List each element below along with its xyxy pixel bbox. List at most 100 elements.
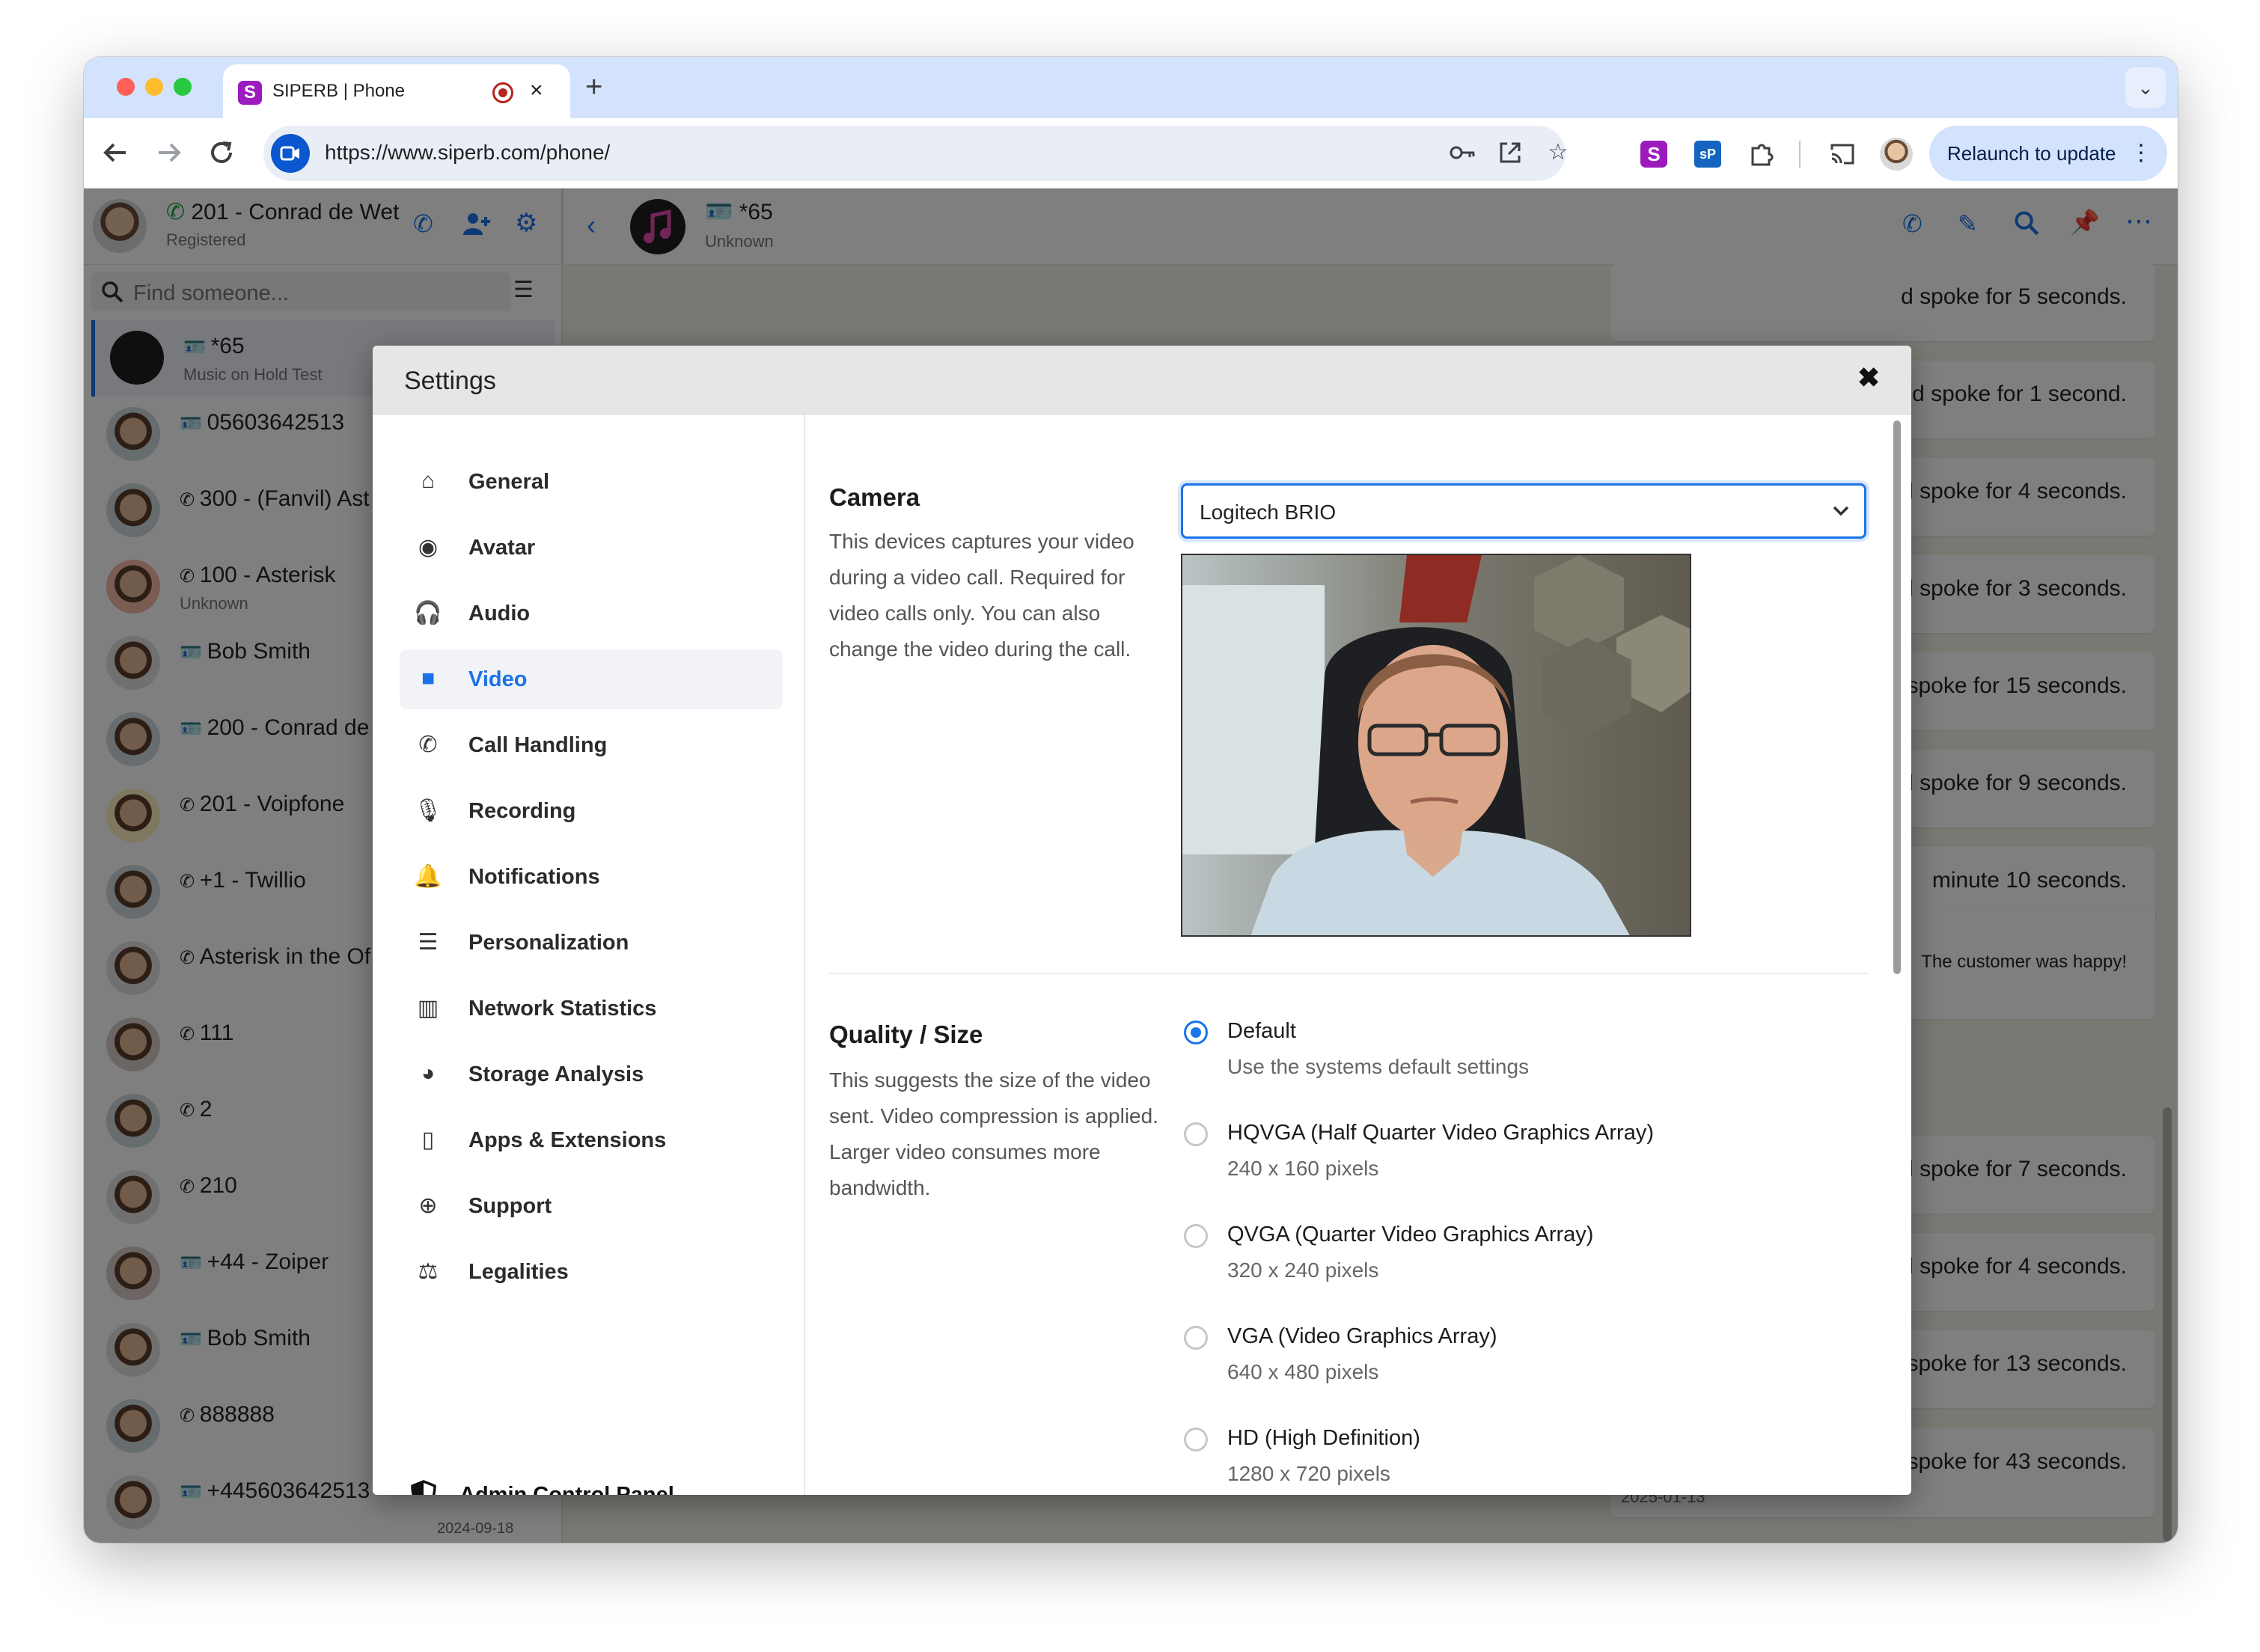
mobile-icon: ▯	[421, 1128, 435, 1152]
menu-item-label: Personalization	[468, 931, 629, 955]
sp-extension-icon[interactable]: sP	[1694, 141, 1721, 168]
quality-radio[interactable]	[1184, 1224, 1208, 1248]
relaunch-to-update-button[interactable]: Relaunch to update ⋮	[1929, 126, 2167, 181]
close-modal-icon[interactable]: ✖	[1857, 362, 1880, 394]
quality-option-detail: Use the systems default settings	[1227, 1055, 1530, 1078]
settings-modal: Settings ✖ ⌂ General ◉ Avatar 🎧 Audio ■ Video ✆ C…	[373, 346, 1911, 1495]
browser-tab[interactable]: S SIPERB | Phone ×	[223, 64, 570, 118]
menu-item-recording[interactable]: 🎙 Recording	[400, 781, 783, 841]
camera-preview-video	[1181, 554, 1691, 937]
menu-item-storage-analysis[interactable]: ◕ Storage Analysis	[400, 1044, 783, 1104]
admin-label: Admin Control Panel	[459, 1483, 674, 1495]
close-tab-icon[interactable]: ×	[530, 78, 543, 103]
bar-chart-icon: ▥	[417, 996, 439, 1021]
camera-select-value: Logitech BRIO	[1200, 501, 1337, 524]
recording-indicator-icon	[492, 82, 513, 103]
menu-item-label: Video	[468, 667, 528, 691]
tab-search-chevron-icon[interactable]: ⌄	[2125, 67, 2166, 108]
video-camera-icon: ■	[421, 666, 436, 691]
menu-item-label: Storage Analysis	[468, 1062, 644, 1086]
menu-item-label: Apps & Extensions	[468, 1128, 667, 1152]
url-text: https://www.siperb.com/phone/	[325, 141, 611, 164]
menu-item-general[interactable]: ⌂ General	[400, 452, 783, 512]
quality-radio[interactable]	[1184, 1428, 1208, 1451]
chevron-down-icon	[1830, 499, 1852, 527]
siperb-extension-icon[interactable]: S	[1640, 141, 1667, 168]
pie-chart-icon: ◕	[421, 1061, 436, 1086]
browser-window: S SIPERB | Phone × + ⌄ https://www.siper…	[84, 57, 2178, 1543]
menu-item-audio[interactable]: 🎧 Audio	[400, 584, 783, 643]
user-circle-icon: ◉	[418, 535, 439, 560]
forward-button[interactable]	[151, 135, 187, 171]
more-menu-icon[interactable]: ⋮	[2130, 126, 2152, 181]
relaunch-label: Relaunch to update	[1947, 142, 2116, 165]
quality-option-detail: 240 x 160 pixels	[1227, 1157, 1379, 1180]
video-settings-content: Camera This devices captures your video …	[807, 414, 1911, 1495]
quality-option-detail: 320 x 240 pixels	[1227, 1258, 1379, 1282]
menu-item-label: Legalities	[468, 1260, 569, 1284]
zoom-window-button[interactable]	[174, 78, 192, 96]
quality-option-label[interactable]: VGA (Video Graphics Array)	[1227, 1324, 1497, 1349]
quality-description: This suggests the size of the video sent…	[829, 1068, 1158, 1199]
cast-icon[interactable]	[1827, 139, 1857, 169]
quality-radio[interactable]	[1184, 1021, 1208, 1044]
microphone-icon: 🎙	[413, 798, 443, 823]
chat-scrollbar[interactable]	[2163, 1107, 2172, 1541]
password-key-icon[interactable]	[1447, 138, 1477, 168]
home-icon: ⌂	[421, 468, 436, 493]
settings-menu: ⌂ General ◉ Avatar 🎧 Audio ■ Video ✆ Call Handlin…	[373, 414, 805, 1495]
modal-header: Settings ✖	[373, 346, 1911, 414]
menu-item-label: Network Statistics	[468, 997, 657, 1021]
quality-option-label[interactable]: QVGA (Quarter Video Graphics Array)	[1227, 1223, 1593, 1247]
tab-title: SIPERB | Phone	[272, 81, 405, 101]
menu-item-label: Notifications	[468, 865, 600, 889]
close-window-button[interactable]	[117, 78, 135, 96]
menu-item-personalization[interactable]: ☰ Personalization	[400, 913, 783, 973]
tab-strip: S SIPERB | Phone × + ⌄	[84, 57, 2178, 118]
menu-item-label: Support	[468, 1194, 552, 1218]
menu-item-apps-extensions[interactable]: ▯ Apps & Extensions	[400, 1110, 783, 1170]
quality-option-label[interactable]: HQVGA (Half Quarter Video Graphics Array…	[1227, 1121, 1654, 1145]
back-button[interactable]	[97, 135, 133, 171]
headphones-icon: 🎧	[414, 601, 442, 625]
site-camera-icon[interactable]	[271, 134, 310, 173]
bell-icon: 🔔	[414, 864, 442, 889]
new-tab-button[interactable]: +	[585, 70, 602, 104]
menu-item-label: General	[468, 470, 549, 494]
menu-item-label: Avatar	[468, 536, 536, 560]
minimize-window-button[interactable]	[145, 78, 163, 96]
menu-item-network-statistics[interactable]: ▥ Network Statistics	[400, 979, 783, 1038]
menu-item-call-handling[interactable]: ✆ Call Handling	[400, 715, 783, 775]
quality-option-detail: 1280 x 720 pixels	[1227, 1462, 1390, 1485]
quality-option-label[interactable]: Default	[1227, 1019, 1296, 1044]
toolbar-divider	[1799, 141, 1801, 168]
quality-radio[interactable]	[1184, 1326, 1208, 1350]
camera-description: This devices captures your video during …	[829, 530, 1134, 661]
quality-title: Quality / Size	[829, 1021, 983, 1048]
siperb-favicon-icon: S	[238, 81, 262, 105]
shield-icon	[410, 1480, 437, 1495]
bookmark-star-icon[interactable]: ☆	[1543, 138, 1573, 168]
menu-item-notifications[interactable]: 🔔 Notifications	[400, 847, 783, 907]
open-in-app-icon[interactable]	[1495, 138, 1525, 168]
menu-item-label: Recording	[468, 799, 576, 823]
sliders-icon: ☰	[418, 930, 439, 955]
quality-option-label[interactable]: HD (High Definition)	[1227, 1426, 1420, 1451]
menu-item-support[interactable]: ⊕ Support	[400, 1176, 783, 1236]
menu-item-avatar[interactable]: ◉ Avatar	[400, 518, 783, 578]
siperb-app: ✆ 201 - Conrad de Wet Registered ✆ ⚙ Fin…	[84, 189, 2178, 1543]
extensions-puzzle-icon[interactable]	[1747, 139, 1777, 169]
balance-scale-icon: ⚖	[418, 1259, 439, 1284]
camera-select[interactable]: Logitech BRIO	[1181, 483, 1866, 539]
address-bar[interactable]: https://www.siperb.com/phone/ ☆	[263, 126, 1568, 181]
quality-radio[interactable]	[1184, 1122, 1208, 1146]
menu-item-legalities[interactable]: ⚖ Legalities	[400, 1242, 783, 1302]
admin-control-panel-link[interactable]: Admin Control Panel	[400, 1469, 783, 1495]
menu-item-video[interactable]: ■ Video	[400, 649, 783, 709]
section-divider	[829, 973, 1869, 974]
phone-icon: ✆	[418, 732, 438, 757]
reload-button[interactable]	[204, 135, 239, 171]
profile-avatar[interactable]	[1880, 138, 1913, 171]
browser-toolbar: https://www.siperb.com/phone/ ☆ S sP Rel…	[84, 118, 2178, 189]
modal-scrollbar[interactable]	[1893, 420, 1901, 974]
